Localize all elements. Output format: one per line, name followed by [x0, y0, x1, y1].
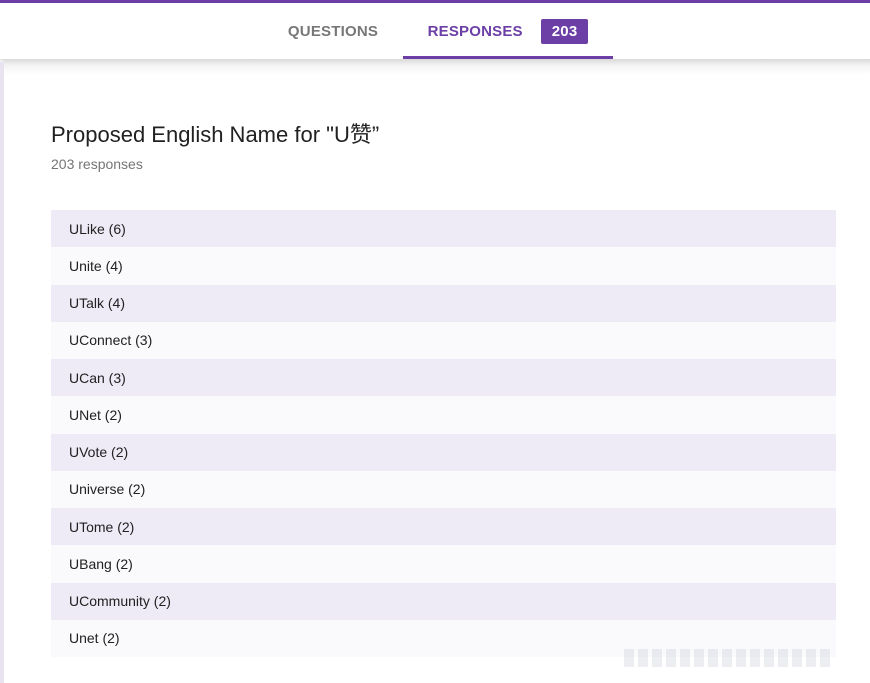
- response-count-text: 203 responses: [51, 156, 143, 172]
- watermark: [624, 649, 834, 667]
- header-shadow: [4, 59, 870, 75]
- question-title: Proposed English Name for "U赞”: [51, 122, 380, 147]
- list-item: ULike (6): [51, 210, 836, 248]
- forms-responses-view: QUESTIONS RESPONSES 203 Proposed English…: [0, 0, 870, 683]
- list-item: Unite (4): [51, 247, 836, 285]
- tab-responses-label: RESPONSES: [427, 22, 523, 40]
- responses-count-badge: 203: [540, 18, 589, 44]
- tab-questions[interactable]: QUESTIONS: [270, 3, 396, 59]
- list-item: UBang (2): [51, 545, 836, 583]
- list-item: Universe (2): [51, 470, 836, 508]
- list-item: UNet (2): [51, 396, 836, 434]
- response-list: ULike (6) Unite (4) UTalk (4) UConnect (…: [51, 210, 836, 660]
- list-item: UVote (2): [51, 433, 836, 471]
- tab-bar: QUESTIONS RESPONSES 203: [0, 3, 870, 59]
- list-item: UConnect (3): [51, 321, 836, 359]
- tab-questions-label: QUESTIONS: [287, 22, 379, 40]
- list-item: UTome (2): [51, 508, 836, 546]
- list-item: UCan (3): [51, 359, 836, 397]
- tab-responses[interactable]: RESPONSES 203: [403, 3, 613, 59]
- list-item: UTalk (4): [51, 284, 836, 322]
- list-item: UCommunity (2): [51, 582, 836, 620]
